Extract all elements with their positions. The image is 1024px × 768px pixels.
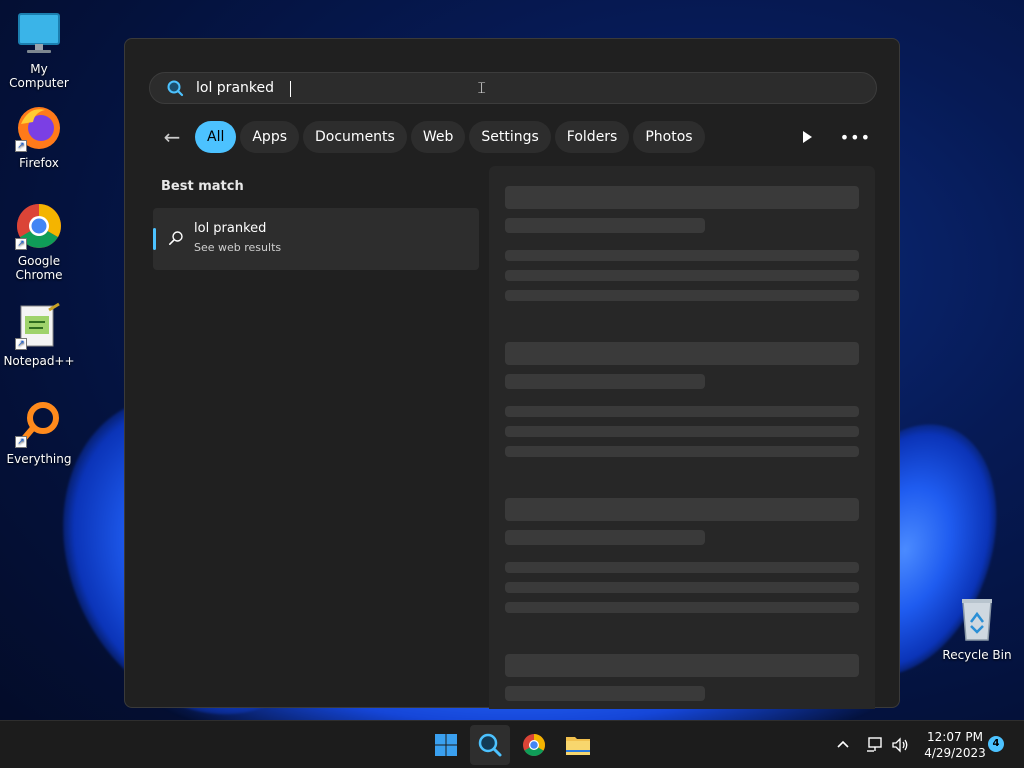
filter-photos[interactable]: Photos — [633, 121, 705, 153]
back-arrow-icon[interactable]: ← — [157, 122, 187, 152]
taskbar-file-explorer-button[interactable] — [558, 725, 598, 765]
loading-placeholder — [505, 342, 859, 365]
filter-documents[interactable]: Documents — [303, 121, 407, 153]
taskbar-chrome-button[interactable] — [514, 725, 554, 765]
search-box[interactable]: 𝙸 — [149, 72, 877, 104]
desktop-icon-label: Notepad++ — [3, 354, 75, 368]
monitor-icon — [15, 10, 63, 58]
result-title: lol pranked — [194, 221, 267, 236]
chrome-icon — [523, 734, 545, 756]
play-icon[interactable] — [802, 131, 812, 143]
start-button[interactable] — [426, 725, 466, 765]
filter-apps[interactable]: Apps — [240, 121, 300, 153]
loading-placeholder — [505, 374, 705, 389]
desktop-icon-label: Firefox — [19, 156, 59, 170]
firefox-icon: ↗ — [15, 104, 63, 152]
notification-badge[interactable]: 4 — [988, 736, 1004, 752]
filter-bar: ← All Apps Documents Web Settings Folder… — [157, 121, 705, 153]
web-search-icon — [168, 230, 184, 246]
desktop-icon-google-chrome[interactable]: ↗ Google Chrome — [0, 202, 78, 282]
ibeam-cursor-icon: 𝙸 — [476, 78, 488, 97]
filter-settings[interactable]: Settings — [469, 121, 551, 153]
loading-placeholder — [505, 530, 705, 545]
desktop-icon-label: Everything — [6, 452, 72, 466]
best-match-result[interactable]: lol pranked See web results — [153, 208, 479, 270]
everything-search-icon: ↗ — [15, 400, 63, 448]
loading-placeholder — [505, 250, 859, 261]
loading-placeholder — [505, 406, 859, 417]
selection-indicator — [153, 228, 156, 250]
loading-placeholder — [505, 582, 859, 593]
recycle-bin-icon — [953, 596, 1001, 644]
taskbar-search-button[interactable] — [470, 725, 510, 765]
desktop-icon-label: My Computer — [9, 62, 69, 90]
best-match-heading: Best match — [161, 179, 244, 194]
desktop-icon-label: Google Chrome — [15, 254, 63, 282]
filter-web[interactable]: Web — [410, 121, 466, 153]
desktop-icon-everything[interactable]: ↗ Everything — [0, 400, 78, 466]
clock-time: 12:07 PM — [927, 730, 983, 744]
search-icon — [478, 733, 502, 757]
desktop-icon-my-computer[interactable]: My Computer — [0, 10, 78, 90]
taskbar: 12:07 PM 4/29/2023 — [0, 720, 1024, 768]
loading-placeholder — [505, 290, 859, 301]
shortcut-arrow-icon: ↗ — [15, 238, 27, 250]
search-icon — [166, 79, 184, 97]
loading-placeholder — [505, 446, 859, 457]
loading-placeholder — [505, 218, 705, 233]
loading-placeholder — [505, 654, 859, 677]
system-clock[interactable]: 12:07 PM 4/29/2023 — [918, 729, 992, 761]
desktop-icon-firefox[interactable]: ↗ Firefox — [0, 104, 78, 170]
desktop-icon-notepad-plus-plus[interactable]: ↗ Notepad++ — [0, 302, 78, 368]
search-panel: 𝙸 ← All Apps Documents Web Settings Fold… — [124, 38, 900, 709]
result-subtitle: See web results — [194, 241, 282, 254]
volume-icon[interactable] — [892, 721, 910, 768]
desktop-icon-label: Recycle Bin — [942, 648, 1012, 662]
shortcut-arrow-icon: ↗ — [15, 338, 27, 350]
shortcut-arrow-icon: ↗ — [15, 436, 27, 448]
filter-folders[interactable]: Folders — [554, 121, 630, 153]
text-caret — [290, 81, 291, 97]
more-options-icon[interactable]: ••• — [840, 128, 871, 147]
windows-logo-icon — [435, 734, 457, 756]
loading-placeholder — [505, 602, 859, 613]
shortcut-arrow-icon: ↗ — [15, 140, 27, 152]
filter-all[interactable]: All — [195, 121, 237, 153]
clock-date: 4/29/2023 — [924, 746, 986, 760]
loading-placeholder — [505, 270, 859, 281]
result-preview-pane — [489, 166, 875, 709]
loading-placeholder — [505, 186, 859, 209]
loading-placeholder — [505, 426, 859, 437]
notepad-plus-plus-icon: ↗ — [15, 302, 63, 350]
loading-placeholder — [505, 686, 705, 701]
search-input[interactable] — [196, 80, 796, 96]
network-icon[interactable] — [866, 721, 884, 768]
tray-overflow-chevron-icon[interactable] — [836, 721, 850, 768]
desktop-icon-recycle-bin[interactable]: Recycle Bin — [938, 596, 1016, 662]
chrome-icon: ↗ — [15, 202, 63, 250]
loading-placeholder — [505, 562, 859, 573]
filter-bar-actions: ••• — [802, 121, 871, 153]
loading-placeholder — [505, 498, 859, 521]
folder-icon — [566, 737, 590, 755]
